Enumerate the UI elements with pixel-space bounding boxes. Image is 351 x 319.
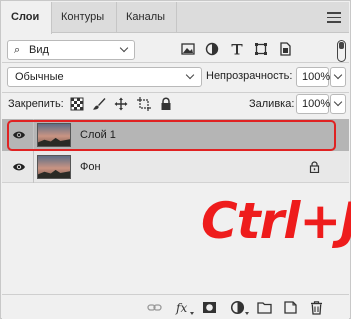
smart-object-filter-icon[interactable] <box>278 42 292 56</box>
opacity-slider-button[interactable] <box>330 67 346 87</box>
fill-label: Заливка: <box>249 98 295 110</box>
image-filter-icon[interactable] <box>181 42 195 56</box>
fill-slider-button[interactable] <box>330 94 346 114</box>
link-layers-icon[interactable] <box>147 300 162 315</box>
layers-panel: Слои Контуры Каналы ⌕ Вид Обычные Непроз… <box>0 0 351 319</box>
divider <box>2 62 349 63</box>
divider <box>2 92 349 93</box>
chevron-down-icon <box>185 70 195 80</box>
lock-icon <box>309 161 320 173</box>
blend-mode-value: Обычные <box>15 71 64 83</box>
shape-filter-icon[interactable] <box>254 42 268 56</box>
add-mask-icon[interactable] <box>202 300 217 315</box>
fill-value: 100% <box>302 98 331 110</box>
search-icon: ⌕ <box>14 44 21 56</box>
divider <box>33 151 34 183</box>
tab-paths[interactable]: Контуры <box>52 2 117 33</box>
new-group-icon[interactable] <box>257 300 272 315</box>
lock-artboard-icon[interactable] <box>137 97 151 111</box>
eye-icon[interactable] <box>12 161 26 173</box>
lock-transparent-pixels-icon[interactable] <box>70 97 84 111</box>
filter-kind-select[interactable]: ⌕ Вид <box>7 40 135 60</box>
shortcut-annotation: Ctrl+J <box>201 192 351 250</box>
filter-kind-label: Вид <box>29 44 49 56</box>
panel-tab-bar: Слои Контуры Каналы <box>2 2 349 34</box>
svg-text:fx: fx <box>175 301 187 315</box>
fill-input[interactable]: 100% <box>296 94 331 114</box>
fx-icon[interactable]: fx <box>175 300 190 315</box>
filter-toggle-switch[interactable] <box>337 40 346 62</box>
layers-bottom-toolbar: fx <box>2 294 349 319</box>
lock-position-icon[interactable] <box>114 97 128 111</box>
layer-row-background[interactable]: Фон <box>2 151 349 183</box>
type-filter-icon[interactable] <box>230 42 244 56</box>
opacity-input[interactable]: 100% <box>296 67 331 87</box>
lock-image-pixels-icon[interactable] <box>92 97 106 111</box>
opacity-value: 100% <box>302 71 331 83</box>
layer-name[interactable]: Фон <box>80 161 101 173</box>
adjustment-filter-icon[interactable] <box>205 42 219 56</box>
opacity-label: Непрозрачность: <box>206 70 293 82</box>
dropdown-arrow-icon <box>245 312 249 315</box>
panel-menu-icon[interactable] <box>327 12 341 24</box>
chevron-down-icon <box>333 97 343 107</box>
dropdown-arrow-icon <box>190 312 194 315</box>
tab-layers[interactable]: Слои <box>2 2 52 34</box>
chevron-down-icon <box>333 70 343 80</box>
layer-thumbnail <box>37 155 71 179</box>
lock-all-icon[interactable] <box>159 97 173 111</box>
selection-highlight-ring <box>7 120 336 151</box>
new-layer-icon[interactable] <box>283 300 298 315</box>
lock-label: Закрепить: <box>8 98 64 110</box>
chevron-down-icon <box>119 43 129 53</box>
adjustment-layer-icon[interactable] <box>230 300 245 315</box>
tab-channels[interactable]: Каналы <box>117 2 177 33</box>
blend-mode-select[interactable]: Обычные <box>7 67 202 87</box>
trash-icon[interactable] <box>309 300 324 315</box>
